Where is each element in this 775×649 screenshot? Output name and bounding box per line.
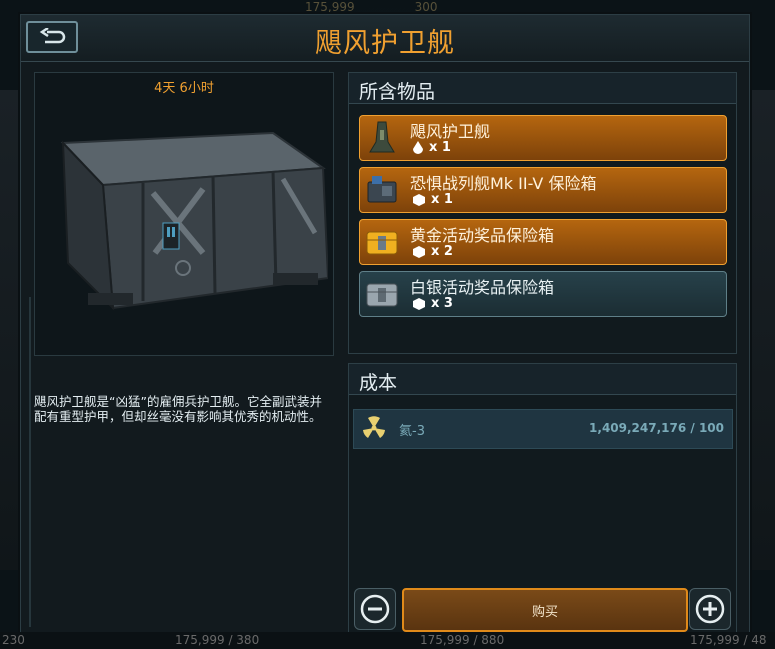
bg-bottom-value-3: 175,999 / 880 (420, 633, 505, 647)
contents-item-quantity-value: x 3 (431, 296, 453, 311)
cost-row-helium3: 氦-3 1,409,247,176 / 100 (353, 409, 733, 449)
contents-item-gold-event-crate[interactable]: 黄金活动奖品保险箱 x 2 (359, 219, 727, 265)
contents-item-dread-battleship-crate[interactable]: 恐惧战列舰Mk II-V 保险箱 x 1 (359, 167, 727, 213)
cost-header: 成本 (349, 364, 736, 395)
crate-icon (413, 193, 425, 206)
contents-item-name: 黄金活动奖品保险箱 (410, 226, 555, 245)
contents-item-quantity: x 1 (412, 192, 453, 207)
contents-item-quantity-value: x 1 (431, 192, 453, 207)
crate-icon (413, 245, 425, 258)
minus-icon (360, 594, 390, 624)
drop-icon (413, 140, 423, 154)
buy-button[interactable]: 购买 (402, 588, 688, 632)
bg-bottom-value-1: 230 (2, 633, 25, 647)
contents-item-quantity-value: x 2 (431, 244, 453, 259)
crate-icon (413, 297, 425, 310)
contents-item-quantity: x 3 (412, 296, 453, 311)
crate-details-dialog: 飓风护卫舰 4天 6小时 飓风护卫舰是“凶猛”的雇佣兵护卫舰。它全副武装并配有重… (20, 14, 750, 644)
contents-item-name: 飓风护卫舰 (410, 122, 491, 141)
cost-resource-name: 氦-3 (399, 424, 425, 439)
contents-item-quantity-value: x 1 (429, 140, 451, 155)
radiation-icon (363, 416, 385, 438)
cost-heading: 成本 (359, 372, 398, 394)
title-bar: 飓风护卫舰 (21, 15, 749, 62)
contents-item-name: 恐惧战列舰Mk II-V 保险箱 (410, 174, 597, 193)
contents-item-quantity: x 2 (412, 244, 453, 259)
background-topbar: 175,999 300 (250, 0, 500, 14)
contents-panel: 所含物品 飓风护卫舰 x 1 恐惧战列舰Mk II-V 保险箱 x 1 黄金活动… (348, 72, 737, 354)
battleship-crate-thumbnail-icon (367, 176, 397, 203)
contents-item-quantity: x 1 (412, 140, 451, 155)
crate-preview-panel: 4天 6小时 (34, 72, 334, 356)
contents-item-name: 白银活动奖品保险箱 (410, 278, 555, 297)
contents-header: 所含物品 (349, 73, 736, 104)
background-left-column (0, 90, 20, 570)
bg-top-value-2: 300 (414, 0, 438, 14)
decrease-quantity-button[interactable] (354, 588, 396, 630)
increase-quantity-button[interactable] (689, 588, 731, 630)
buy-button-label: 购买 (531, 604, 558, 620)
crate-image (60, 131, 328, 311)
gold-crate-thumbnail-icon (366, 231, 398, 255)
contents-item-hurricane-frigate[interactable]: 飓风护卫舰 x 1 (359, 115, 727, 161)
cost-resource-value: 1,409,247,176 / 100 (589, 421, 724, 435)
frigate-thumbnail-icon (369, 121, 395, 153)
left-frame-decoration (29, 297, 45, 627)
plus-icon (695, 594, 725, 624)
bg-bottom-value-4: 175,999 / 48 (690, 633, 767, 647)
item-description: 飓风护卫舰是“凶猛”的雇佣兵护卫舰。它全副武装并配有重型护甲，但却丝毫没有影响其… (34, 394, 322, 424)
contents-item-silver-event-crate[interactable]: 白银活动奖品保险箱 x 3 (359, 271, 727, 317)
dialog-title: 飓风护卫舰 (315, 28, 455, 59)
timer-label: 4天 6小时 (154, 81, 214, 96)
contents-heading: 所含物品 (359, 81, 436, 103)
bg-bottom-value-2: 175,999 / 380 (175, 633, 260, 647)
background-bottom-bar: 230 175,999 / 380 175,999 / 880 175,999 … (0, 632, 775, 649)
bg-top-value-1: 175,999 (305, 0, 355, 14)
background-right-column (747, 90, 775, 570)
silver-crate-thumbnail-icon (366, 283, 398, 307)
